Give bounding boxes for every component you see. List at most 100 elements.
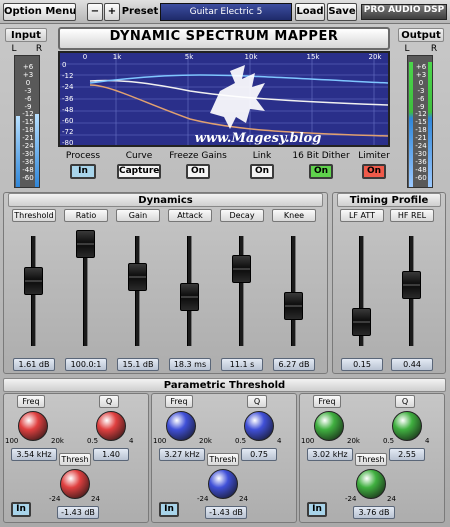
graph-y-tick: -80 [62, 139, 74, 147]
preset-label: Preset [121, 6, 159, 17]
meter-scale-label: -24 [22, 142, 34, 150]
control-toggle-limiter[interactable]: On [362, 164, 386, 179]
band-thresh-label: Thresh [59, 453, 91, 466]
slider-thumb-lf-att[interactable] [352, 307, 371, 336]
control-toggle-link[interactable]: On [250, 164, 274, 179]
load-button[interactable]: Load [295, 3, 325, 21]
band-thresh-knob[interactable] [60, 469, 90, 499]
meter-scale-label: -15 [22, 118, 34, 127]
band-freq-value: 3.27 kHz [159, 448, 205, 461]
slider-label: Threshold [12, 209, 56, 222]
band-thresh-max: 24 [239, 495, 248, 503]
slider-value: 6.27 dB [273, 358, 315, 371]
graph-x-tick: 5k [184, 53, 194, 61]
control-toggle-curve[interactable]: Capture [117, 164, 161, 179]
graph-y-tick: -24 [62, 83, 74, 92]
meter-scale-label: -18 [22, 126, 34, 135]
slider-thumb-knee[interactable] [284, 291, 303, 320]
band-thresh-knob[interactable] [356, 469, 386, 499]
meter-scale-label: +3 [22, 70, 34, 79]
band-freq-label: Freq [165, 395, 193, 408]
spectrum-graph[interactable]: 0 1k 5k 10k 15k 20k 0 -12 -24 -36 -48 -60 -72 -80 ww… [58, 51, 390, 147]
dynamics-title: Dynamics [8, 193, 323, 207]
band-q-knob[interactable] [96, 411, 126, 441]
band-q-knob[interactable] [244, 411, 274, 441]
band-freq-knob[interactable] [314, 411, 344, 441]
slider-value: 1.61 dB [13, 358, 55, 371]
output-meter-scale: +6 +3 0 -3 -6 -9 -12 -15 -18 -21 -24 -30 -36 -48 -60 [413, 63, 428, 184]
input-l-label: L [11, 44, 17, 54]
control-toggle-process[interactable]: In [70, 164, 96, 179]
meter-scale-label: -18 [415, 126, 427, 135]
graph-x-tick: 15k [306, 53, 320, 61]
slider-thumb-hf-rel[interactable] [402, 271, 421, 299]
timing-title: Timing Profile [337, 193, 441, 207]
band-q-value: 0.75 [241, 448, 277, 461]
graph-y-axis: 0 -12 -24 -36 -48 -60 -72 -80 [62, 53, 78, 145]
output-meter: +6 +3 0 -3 -6 -9 -12 -15 -18 -21 -24 -30 -36 -48 -60 [407, 55, 433, 188]
control-label: Curve [125, 151, 153, 161]
control-label: Link [252, 151, 272, 161]
slider-track [239, 236, 244, 346]
slider-label: Decay [220, 209, 264, 222]
band-thresh-knob[interactable] [208, 469, 238, 499]
band-freq-max: 20k [51, 437, 64, 445]
band-freq-max: 20k [199, 437, 212, 445]
meter-scale-label: -3 [24, 86, 32, 95]
band-thresh-label: Thresh [355, 453, 387, 466]
slider-thumb-ratio[interactable] [76, 230, 95, 258]
input-r-label: R [35, 44, 43, 54]
band-thresh-value: 3.76 dB [353, 506, 395, 519]
graph-y-tick: -60 [62, 117, 74, 125]
band-q-value: 2.55 [389, 448, 425, 461]
slider-value: 15.1 dB [117, 358, 159, 371]
control-toggle-16-bit-dither[interactable]: On [309, 164, 333, 179]
band-in-toggle[interactable]: In [11, 502, 31, 517]
slider-label: Knee [272, 209, 316, 222]
band-q-label: Q [99, 395, 119, 408]
graph-y-tick: -12 [62, 72, 74, 81]
preset-next-button[interactable]: + [104, 3, 120, 21]
meter-scale-label: -9 [417, 102, 425, 111]
band-thresh-max: 24 [387, 495, 396, 503]
graph-x-tick: 10k [244, 53, 258, 61]
slider-thumb-threshold[interactable] [24, 266, 43, 295]
band-q-value: 1.40 [93, 448, 129, 461]
band-q-label: Q [247, 395, 267, 408]
band-freq-knob[interactable] [18, 411, 48, 441]
input-meter-scale: +6 +3 0 -3 -6 -9 -12 -15 -18 -21 -24 -30 -36 -48 -60 [20, 63, 35, 184]
meter-scale-label: -48 [22, 165, 34, 174]
slider-label: Attack [168, 209, 212, 222]
slider-label: Gain [116, 209, 160, 222]
meter-scale-label: -6 [417, 94, 425, 103]
preset-name-display[interactable]: Guitar Electric 5 [160, 3, 292, 21]
band-freq-label: Freq [17, 395, 45, 408]
band-in-toggle[interactable]: In [307, 502, 327, 517]
band-freq-min: 100 [5, 437, 19, 445]
plugin-title: DYNAMIC SPECTRUM MAPPER [58, 27, 390, 50]
band-in-toggle[interactable]: In [159, 502, 179, 517]
slider-thumb-attack[interactable] [180, 283, 199, 312]
slider-thumb-gain[interactable] [128, 262, 147, 291]
option-menu-button[interactable]: Option Menu [3, 3, 76, 21]
graph-x-axis: 0 1k 5k 10k 15k 20k [60, 53, 388, 63]
input-label: Input [5, 28, 47, 42]
meter-scale-label: -24 [415, 142, 427, 150]
band-freq-knob[interactable] [166, 411, 196, 441]
preset-prev-button[interactable]: − [87, 3, 103, 21]
graph-x-tick: 20k [368, 53, 382, 61]
band-q-knob[interactable] [392, 411, 422, 441]
meter-scale-label: -6 [24, 94, 32, 103]
slider-label: HF REL [390, 209, 434, 222]
band-q-max: 4 [129, 437, 134, 445]
control-label: Process [65, 151, 101, 161]
watermark-text: www.Magesy.blog [194, 131, 322, 146]
meter-scale-label: -60 [415, 173, 427, 182]
save-button[interactable]: Save [327, 3, 357, 21]
slider-track [135, 236, 140, 346]
slider-thumb-decay[interactable] [232, 254, 251, 283]
slider-label: LF ATT [340, 209, 384, 222]
meter-scale-label: -30 [415, 149, 427, 158]
control-toggle-freeze-gains[interactable]: On [186, 164, 210, 179]
meter-scale-label: -36 [415, 157, 427, 166]
